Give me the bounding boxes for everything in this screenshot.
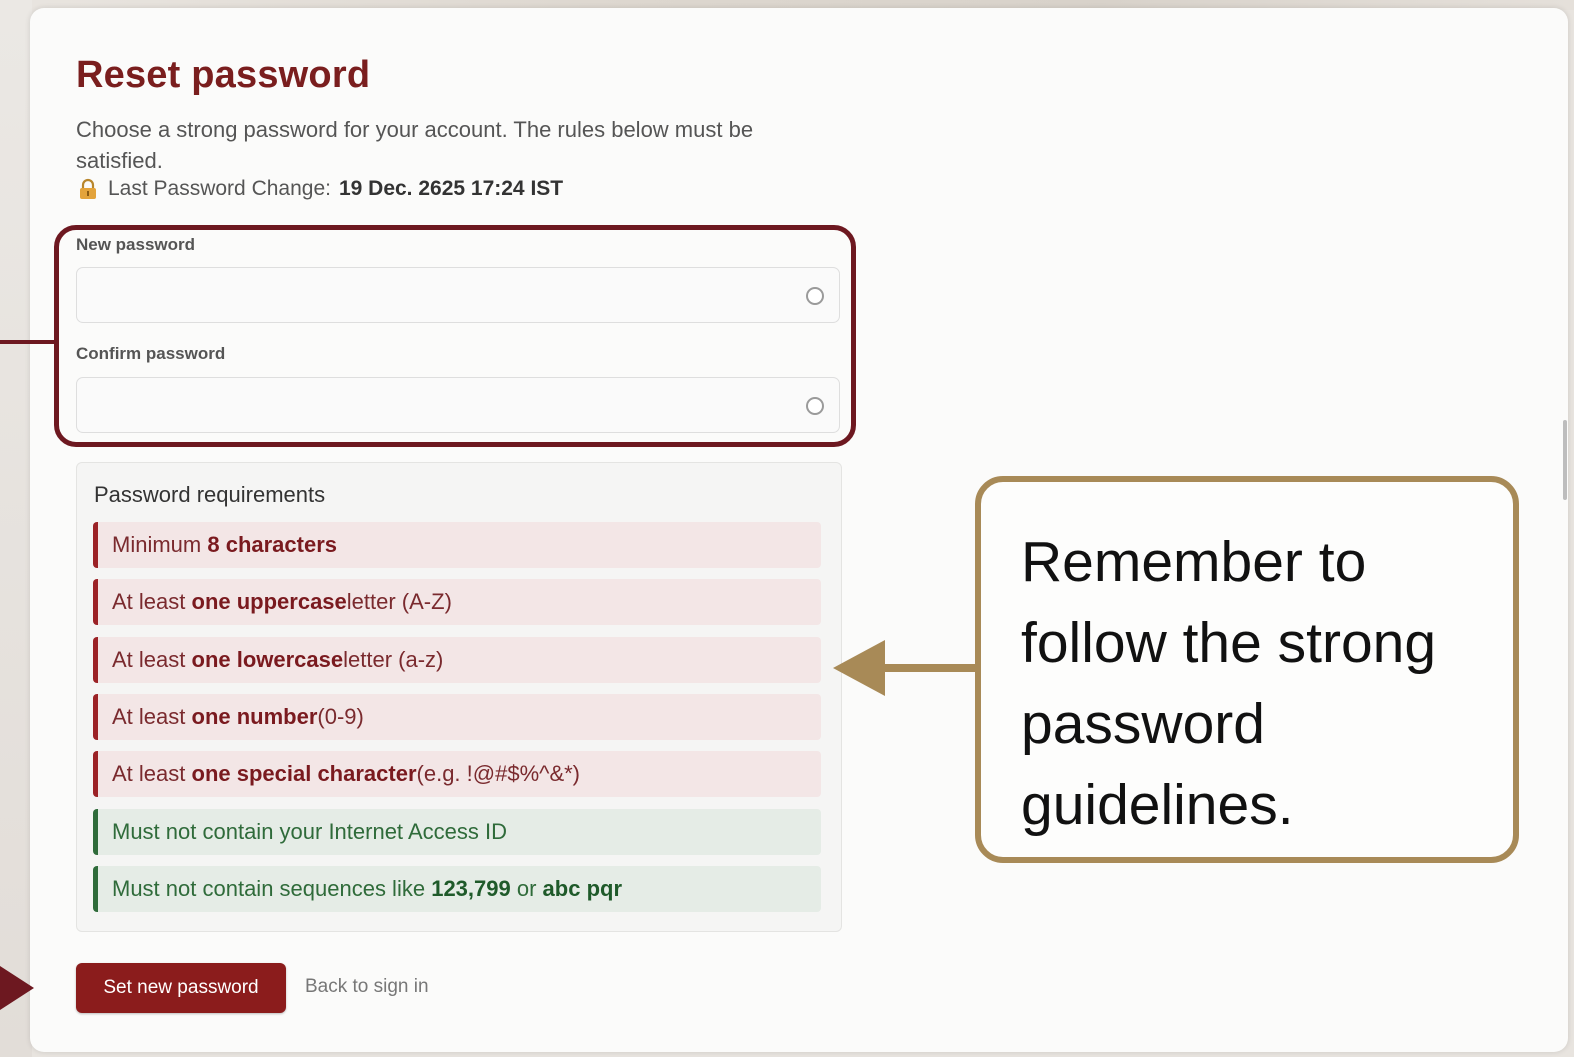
requirement-number: At least one number (0-9) [93,694,821,740]
annotation-connector-line [0,340,56,344]
guidelines-callout: Remember to follow the strong password g… [975,476,1519,863]
requirement-no-sequences: Must not contain sequences like 123,799 … [93,866,821,912]
requirement-emphasis: one uppercase [191,589,347,614]
requirement-text: At least [112,589,186,614]
requirement-text: letter (A-Z) [346,589,452,614]
page-title: Reset password [76,54,371,96]
eye-icon[interactable] [806,397,824,415]
callout-arrow-icon [833,640,885,696]
lock-icon [76,177,100,201]
callout-arrow-line [880,664,978,672]
requirement-text: letter (a-z) [343,647,444,672]
background-left [0,0,32,1057]
scrollbar-edge[interactable] [1563,420,1567,500]
requirements-heading: Password requirements [94,482,326,507]
requirement-text: (0-9) [317,704,364,729]
requirement-emphasis: one number [191,704,318,729]
requirement-text: or [516,876,537,901]
confirm-password-label: Confirm password [76,344,226,363]
requirement-emphasis: one special character [191,761,417,786]
confirm-password-field[interactable] [76,377,840,433]
requirement-text: At least [112,647,186,672]
requirement-text: At least [112,704,186,729]
back-to-sign-in-link[interactable]: Back to sign in [305,976,429,998]
requirement-min-length: Minimum 8 characters [93,522,821,568]
requirement-text: (e.g. !@#$%^&*) [416,761,581,786]
requirement-lowercase: At least one lowercase letter (a-z) [93,637,821,683]
requirement-text: Must not contain sequences like [112,876,426,901]
annotation-arrow-marker [0,966,34,1010]
new-password-label: New password [76,235,196,254]
requirement-emphasis: 8 characters [207,532,338,557]
requirement-special-character: At least one special character (e.g. !@#… [93,751,821,797]
requirement-text: Must not contain your Internet Access ID [112,819,507,844]
requirement-no-access-id: Must not contain your Internet Access ID [93,809,821,855]
eye-icon[interactable] [806,287,824,305]
requirement-emphasis: abc pqr [542,876,623,901]
requirement-uppercase: At least one uppercase letter (A-Z) [93,579,821,625]
last-change-label: Last Password Change: [108,177,331,200]
last-change-value: 19 Dec. 2625 17:24 IST [338,177,564,200]
requirement-text: Minimum [112,532,202,557]
page-subtitle: Choose a strong password for your accoun… [76,117,754,173]
set-new-password-button[interactable]: Set new password [76,963,286,1013]
new-password-field[interactable] [76,267,840,323]
requirement-emphasis: one lowercase [191,647,344,672]
requirement-emphasis: 123,799 [431,876,511,901]
last-password-change: Last Password Change: 19 Dec. 2625 17:24… [76,177,563,201]
requirement-text: At least [112,761,186,786]
